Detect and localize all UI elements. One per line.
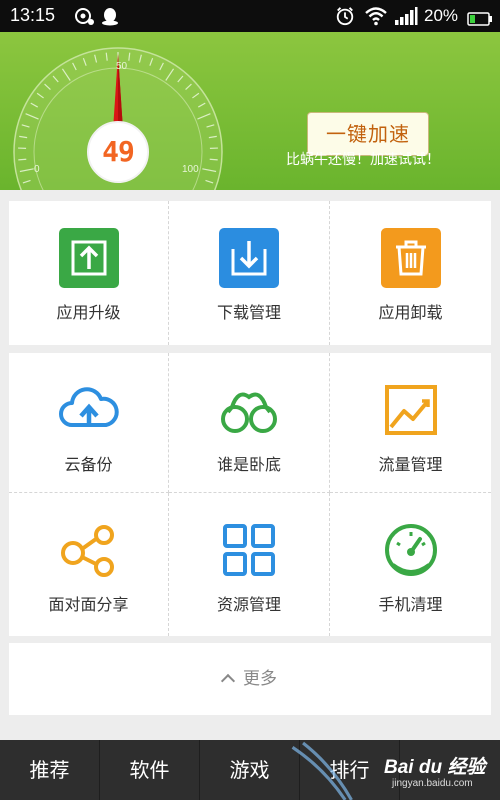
tool-cloud-backup[interactable]: 云备份 bbox=[9, 353, 169, 493]
qq-icon bbox=[102, 8, 118, 26]
cloud-backup-icon bbox=[58, 387, 119, 427]
handcuffs-icon bbox=[221, 392, 277, 433]
tab-recommend[interactable]: 推荐 bbox=[0, 740, 100, 800]
wifi-icon bbox=[365, 7, 387, 26]
tool-label: 下载管理 bbox=[216, 303, 281, 322]
more-button[interactable]: 更多 bbox=[9, 643, 491, 715]
baidu-app-icon bbox=[75, 8, 94, 25]
speed-value: 49 bbox=[102, 135, 135, 168]
status-bar: 13:15 20% bbox=[0, 0, 500, 32]
tool-app-uninstall[interactable]: 应用卸载 bbox=[330, 201, 491, 345]
watermark-brand: Bai du 经验 bbox=[384, 757, 486, 778]
gauge-label-max: 100 bbox=[182, 164, 199, 175]
tool-label: 应用卸载 bbox=[378, 303, 443, 322]
tool-label: 流量管理 bbox=[378, 455, 443, 474]
traffic-chart-icon bbox=[384, 385, 437, 435]
tool-label: 谁是卧底 bbox=[216, 455, 281, 474]
share-nodes-icon bbox=[60, 525, 114, 577]
watermark-url: jingyan.baidu.com bbox=[392, 778, 473, 789]
quick-tools-card: 应用升级 下载管理 应用卸载 bbox=[9, 201, 491, 345]
battery-percent: 20% bbox=[424, 6, 459, 25]
app-upgrade-icon bbox=[58, 228, 119, 288]
tool-label: 面对面分享 bbox=[48, 595, 129, 614]
tool-resource-manager[interactable]: 资源管理 bbox=[169, 493, 330, 636]
chevron-up-icon bbox=[220, 673, 236, 689]
gauge-tick bbox=[18, 158, 27, 161]
tool-label: 应用升级 bbox=[56, 303, 121, 322]
tool-who-is-undercover[interactable]: 谁是卧底 bbox=[169, 353, 330, 493]
alarm-icon bbox=[336, 7, 354, 26]
tools-grid-card: 云备份 谁是卧底 流量管理 面对面分享 资源管理 手机清理 bbox=[9, 353, 491, 636]
tool-app-upgrade[interactable]: 应用升级 bbox=[9, 201, 169, 345]
phone-clean-gauge-icon bbox=[384, 524, 437, 576]
tool-face-to-face-share[interactable]: 面对面分享 bbox=[9, 493, 169, 636]
signal-icon bbox=[395, 7, 418, 25]
app-uninstall-trash-icon bbox=[380, 228, 441, 288]
resource-grid-icon bbox=[223, 524, 275, 576]
tool-phone-cleanup[interactable]: 手机清理 bbox=[330, 493, 491, 636]
gauge-tick bbox=[209, 158, 218, 161]
speed-header: 50 0 100 49 一键加速 比蜗牛还慢！加速试试！ bbox=[0, 32, 500, 190]
tool-download-manager[interactable]: 下载管理 bbox=[169, 201, 330, 345]
tool-traffic-manager[interactable]: 流量管理 bbox=[330, 353, 491, 493]
download-manager-icon bbox=[219, 228, 279, 288]
tab-software[interactable]: 软件 bbox=[100, 740, 200, 800]
status-time: 13:15 bbox=[10, 5, 56, 25]
tool-label: 资源管理 bbox=[216, 595, 281, 614]
tool-label: 手机清理 bbox=[378, 595, 443, 614]
gauge-label-mid: 50 bbox=[116, 61, 128, 72]
battery-icon bbox=[467, 12, 492, 26]
speed-hint-text: 比蜗牛还慢！加速试试！ bbox=[286, 152, 440, 168]
gauge-label-min: 0 bbox=[34, 164, 40, 175]
speed-gauge bbox=[13, 47, 223, 190]
more-label: 更多 bbox=[243, 669, 277, 689]
tool-label: 云备份 bbox=[64, 455, 113, 474]
